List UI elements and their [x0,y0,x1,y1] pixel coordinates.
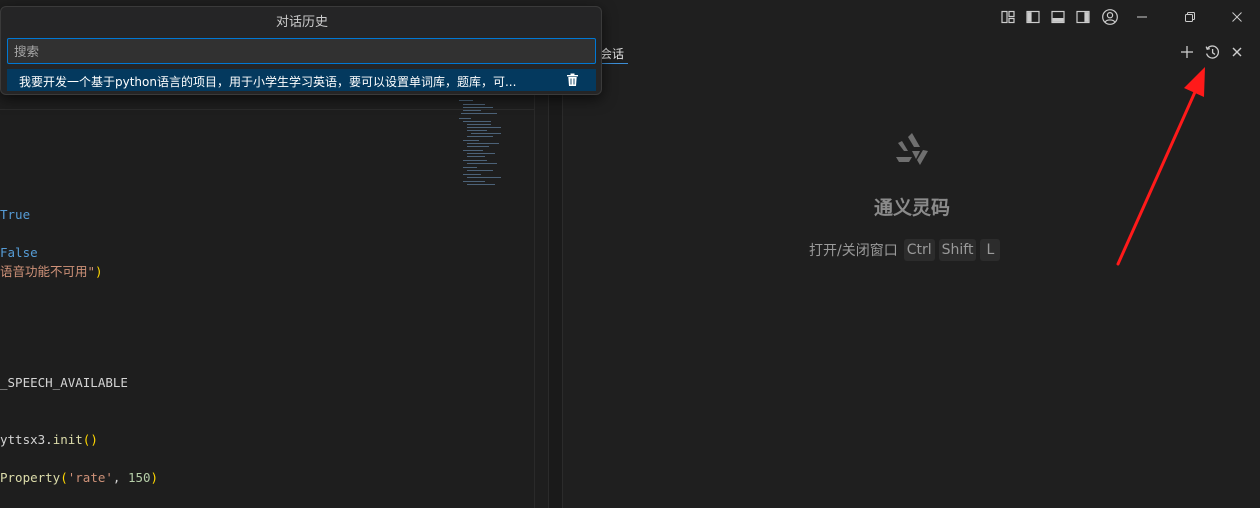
toggle-panel-icon[interactable] [1049,8,1067,26]
code-line: True [0,206,30,224]
code-number: 150 [127,470,151,485]
key-l: L [980,239,1001,261]
editor-scrollbar[interactable] [534,35,548,508]
toggle-secondary-sidebar-icon[interactable] [1074,8,1092,26]
code-punctuation: () [82,432,98,447]
shortcut-hint: 打开/关闭窗口 Ctrl Shift L [809,238,1001,262]
close-icon[interactable] [1228,8,1246,26]
account-icon[interactable] [1101,8,1119,26]
key-ctrl: Ctrl [903,239,935,261]
key-shift: Shift [938,239,977,261]
code-punctuation: ( [60,470,68,485]
code-line: False [0,244,38,262]
code-punctuation: ) [95,264,103,279]
side-strip [549,35,563,508]
assistant-panel: 会话 通义灵码 打开/关闭窗口 Ctrl Shift L [564,35,1260,508]
history-popup: 对话历史 我要开发一个基于python语言的项目，用于小学生学习英语，要可以设置… [0,6,602,95]
trash-icon[interactable] [564,72,580,88]
shortcut-label: 打开/关闭窗口 [809,243,898,259]
code-function: Property [0,470,61,485]
code-function: init [52,432,83,447]
customize-layout-icon[interactable] [999,8,1017,26]
toggle-primary-sidebar-icon[interactable] [1024,8,1042,26]
brand-name: 通义灵码 [873,197,950,219]
minimize-icon[interactable] [1133,8,1151,26]
code-line: yttsx3.init() [0,431,98,449]
search-input[interactable] [7,38,596,64]
code-identifier: yttsx3. [0,432,53,447]
restore-icon[interactable] [1181,8,1199,26]
history-item-text: 我要开发一个基于python语言的项目，用于小学生学习英语，要可以设置单词库，题… [19,75,517,89]
active-tab-indicator [598,63,628,64]
history-list-item[interactable]: 我要开发一个基于python语言的项目，用于小学生学习英语，要可以设置单词库，题… [7,69,596,91]
code-line: 语音功能不可用") [0,263,103,281]
code-string: 'rate' [67,470,113,485]
tongyi-logo-icon [890,129,934,173]
code-keyword: True [0,207,31,222]
minimap[interactable] [455,100,515,190]
tab-chat[interactable]: 会话 [600,45,624,62]
history-icon[interactable] [1203,43,1221,61]
close-panel-icon[interactable] [1228,43,1246,61]
code-line: _SPEECH_AVAILABLE [0,374,128,392]
popup-title: 对话历史 [275,15,328,30]
new-chat-icon[interactable] [1178,43,1196,61]
code-line: Property('rate', 150) [0,469,158,487]
code-identifier: _SPEECH_AVAILABLE [0,375,128,390]
code-punctuation: ) [150,470,159,485]
code-separator: , [112,470,128,485]
code-string: 语音功能不可用" [0,264,96,279]
code-editor[interactable]: True False 语音功能不可用") _SPEECH_AVAILABLE y… [0,35,548,508]
code-keyword: False [0,245,38,260]
